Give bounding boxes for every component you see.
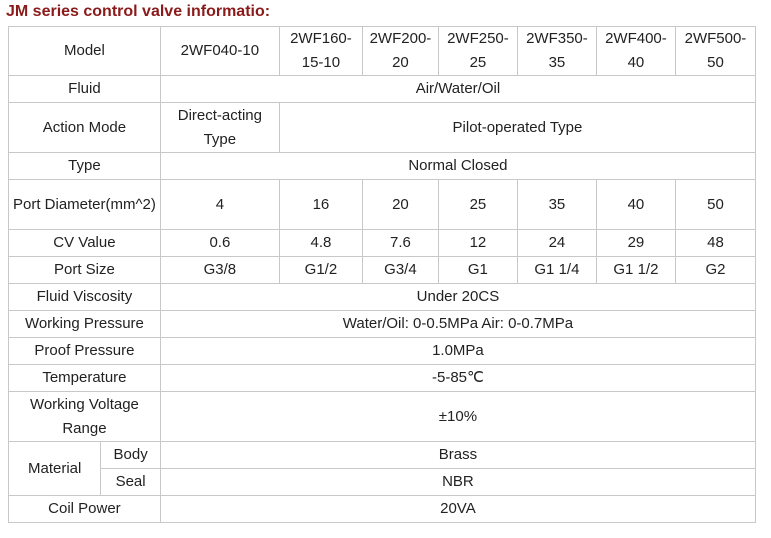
row-label-cv-value: CV Value — [8, 229, 161, 257]
port-size-cell: G3/4 — [361, 256, 439, 284]
cv-value-cell: 7.6 — [361, 229, 439, 257]
action-pilot-value: Pilot-operated Type — [278, 102, 757, 153]
table-row: Action Mode Direct-acting Type Pilot-ope… — [8, 102, 757, 153]
table-row: Proof Pressure 1.0MPa — [8, 337, 757, 365]
port-diameter-cell: 50 — [674, 179, 757, 230]
row-label-proof-pressure: Proof Pressure — [8, 337, 161, 365]
spec-table: Model 2WF040-10 2WF160-15-10 2WF200-20 2… — [7, 26, 757, 523]
proof-pressure-value: 1.0MPa — [159, 337, 757, 365]
working-voltage-value: ±10% — [159, 391, 757, 442]
cv-value-cell: 12 — [437, 229, 518, 257]
row-label-working-pressure: Working Pressure — [8, 310, 161, 338]
row-label-model: Model — [8, 26, 161, 76]
port-size-cell: G1 1/4 — [516, 256, 597, 284]
page-title: JM series control valve informatio: — [6, 3, 271, 20]
table-row: Seal NBR — [9, 468, 757, 496]
model-cell: 2WF400-40 — [595, 26, 676, 76]
table-row: CV Value 0.6 4.8 7.6 12 24 29 48 — [8, 229, 757, 257]
model-cell: 2WF500-50 — [674, 26, 757, 76]
type-value: Normal Closed — [159, 152, 757, 180]
port-diameter-cell: 40 — [595, 179, 676, 230]
table-row: Type Normal Closed — [8, 152, 757, 180]
row-label-type: Type — [8, 152, 161, 180]
cv-value-cell: 4.8 — [278, 229, 363, 257]
port-size-cell: G1 1/2 — [595, 256, 676, 284]
table-row: Port Diameter(mm^2) 4 16 20 25 35 40 50 — [8, 179, 757, 230]
fluid-value: Air/Water/Oil — [159, 75, 757, 103]
row-label-material: Material — [7, 441, 102, 496]
row-label-seal: Seal — [100, 468, 161, 496]
table-row: Coil Power 20VA — [8, 495, 757, 523]
port-size-cell: G2 — [674, 256, 757, 284]
table-row: Temperature -5-85℃ — [8, 364, 757, 392]
cv-value-cell: 24 — [516, 229, 597, 257]
working-pressure-value: Water/Oil: 0-0.5MPa Air: 0-0.7MPa — [159, 310, 757, 338]
table-row: Fluid Air/Water/Oil — [8, 75, 757, 103]
row-label-fluid: Fluid — [8, 75, 161, 103]
cv-value-cell: 48 — [674, 229, 757, 257]
row-label-working-voltage: Working Voltage Range — [8, 391, 161, 442]
table-row: Working Voltage Range ±10% — [8, 391, 757, 442]
port-diameter-cell: 4 — [159, 179, 280, 230]
row-label-port-diameter: Port Diameter(mm^2) — [8, 179, 161, 230]
row-label-coil-power: Coil Power — [8, 495, 161, 523]
table-row: Material Body Brass — [7, 441, 757, 496]
coil-power-value: 20VA — [159, 495, 757, 523]
seal-value: NBR — [159, 468, 757, 496]
port-diameter-cell: 16 — [278, 179, 363, 230]
model-cell: 2WF250-25 — [437, 26, 518, 76]
port-diameter-cell: 35 — [516, 179, 597, 230]
table-row: Fluid Viscosity Under 20CS — [8, 283, 757, 311]
table-row: Port Size G3/8 G1/2 G3/4 G1 G1 1/4 G1 1/… — [8, 256, 757, 284]
port-size-cell: G1/2 — [278, 256, 363, 284]
cv-value-cell: 29 — [595, 229, 676, 257]
table-row: Working Pressure Water/Oil: 0-0.5MPa Air… — [8, 310, 757, 338]
model-cell: 2WF160-15-10 — [278, 26, 363, 76]
table-row: Model 2WF040-10 2WF160-15-10 2WF200-20 2… — [8, 26, 757, 76]
cv-value-cell: 0.6 — [159, 229, 280, 257]
row-label-port-size: Port Size — [8, 256, 161, 284]
action-direct-value: Direct-acting Type — [159, 102, 280, 153]
port-diameter-cell: 20 — [361, 179, 439, 230]
model-cell: 2WF040-10 — [159, 26, 280, 76]
fluid-viscosity-value: Under 20CS — [159, 283, 757, 311]
body-value: Brass — [159, 441, 757, 469]
port-diameter-cell: 25 — [437, 179, 518, 230]
port-size-cell: G3/8 — [159, 256, 280, 284]
model-cell: 2WF200-20 — [361, 26, 439, 76]
model-cell: 2WF350-35 — [516, 26, 597, 76]
row-label-action-mode: Action Mode — [8, 102, 161, 153]
port-size-cell: G1 — [437, 256, 518, 284]
temperature-value: -5-85℃ — [159, 364, 757, 392]
row-label-temperature: Temperature — [8, 364, 161, 392]
row-label-body: Body — [100, 441, 161, 469]
row-label-fluid-viscosity: Fluid Viscosity — [8, 283, 161, 311]
